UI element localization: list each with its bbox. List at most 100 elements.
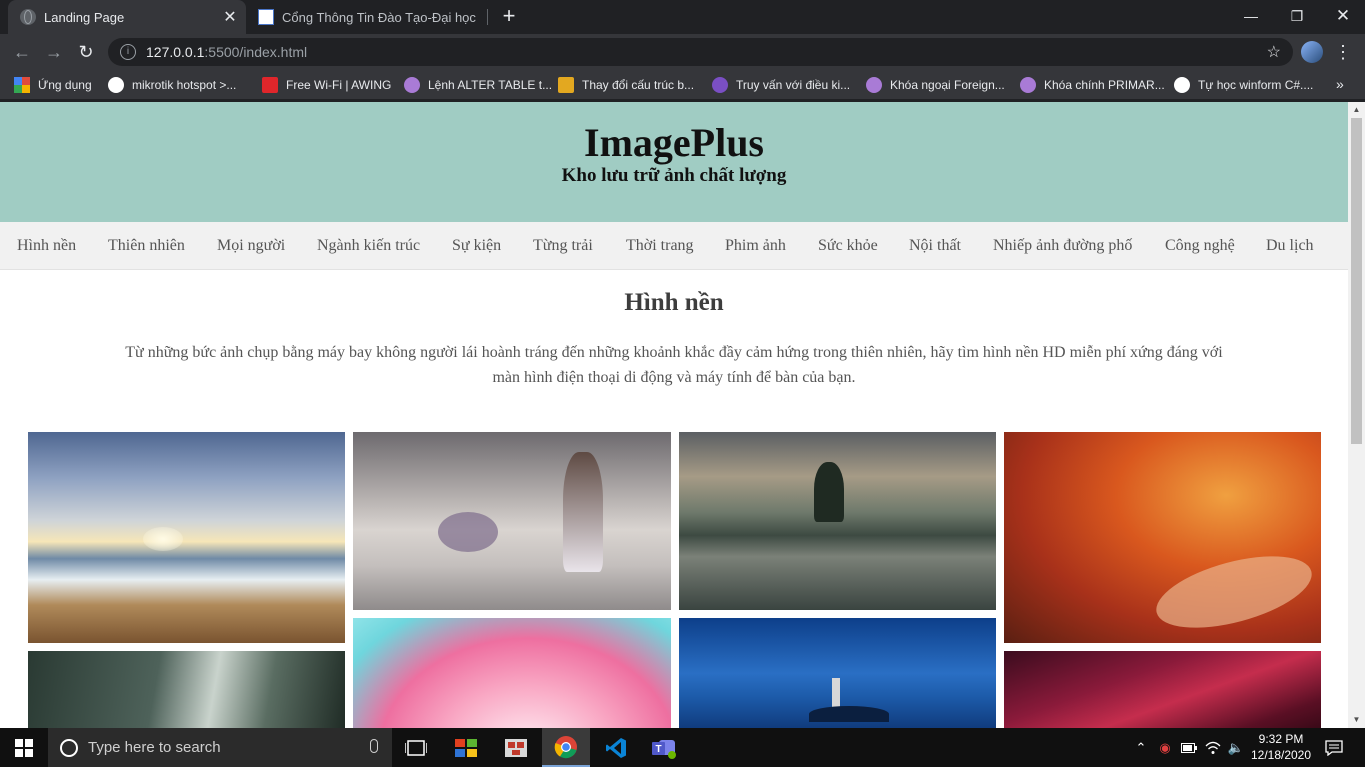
- photo-pink-flower[interactable]: [353, 618, 671, 728]
- profile-avatar[interactable]: [1301, 41, 1323, 63]
- app-tool-icon: [505, 738, 527, 757]
- woman-figure: [563, 452, 603, 572]
- taskbar-clock[interactable]: 9:32 PM 12/18/2020: [1248, 731, 1314, 763]
- clock-date: 12/18/2020: [1250, 748, 1312, 762]
- site-favicon-icon: [558, 77, 574, 93]
- photo-red-abstract[interactable]: [1004, 651, 1321, 728]
- bookmark-item[interactable]: Lệnh ALTER TABLE t...: [404, 76, 552, 94]
- lighthouse-tower: [832, 678, 840, 708]
- tab-title: Landing Page: [44, 9, 125, 25]
- windows-taskbar: Type here to search T ⌃ ◉ 🔈 9:32 PM 12/1…: [0, 728, 1365, 767]
- globe-icon: [20, 9, 36, 25]
- task-view-icon: [405, 739, 427, 756]
- forest-path: [1148, 542, 1320, 642]
- bookmark-item[interactable]: Tự học winform C#....: [1174, 76, 1313, 94]
- volume-icon[interactable]: 🔈: [1225, 728, 1247, 767]
- taskbar-app-vscode[interactable]: [592, 728, 640, 767]
- battery-icon[interactable]: [1178, 728, 1200, 767]
- windows-start-button[interactable]: [0, 728, 48, 767]
- show-hidden-icons-chevron-icon[interactable]: ⌃: [1130, 728, 1152, 767]
- scroll-up-icon[interactable]: ▲: [1348, 102, 1365, 118]
- restore-button[interactable]: ❐: [1274, 0, 1320, 32]
- section-title: Hình nền: [624, 289, 724, 316]
- taskbar-app-explorer[interactable]: [442, 728, 490, 767]
- teams-icon: T: [652, 739, 676, 759]
- tab-title: Cổng Thông Tin Đào Tạo-Đại học: [282, 9, 476, 25]
- apps-grid-icon: [14, 77, 30, 93]
- site-info-icon[interactable]: i: [120, 44, 136, 60]
- windows-xp-logo-icon: [455, 738, 477, 757]
- microphone-icon[interactable]: [370, 739, 378, 753]
- site-favicon-icon: [866, 77, 882, 93]
- taskbar-app-chrome[interactable]: [542, 728, 590, 767]
- bookmark-star-icon[interactable]: ☆: [1267, 42, 1281, 62]
- tab-divider: [487, 9, 488, 25]
- nav-item-thoi-trang[interactable]: Thời trang: [626, 237, 694, 255]
- menu-dots-icon[interactable]: ⋮: [1334, 41, 1352, 63]
- scroll-down-icon[interactable]: ▼: [1348, 712, 1365, 728]
- taskbar-app-teams[interactable]: T: [640, 728, 688, 767]
- scrollbar-thumb[interactable]: [1351, 118, 1362, 444]
- nav-item-thien-nhien[interactable]: Thiên nhiên: [108, 237, 185, 255]
- svg-text:T: T: [656, 744, 662, 755]
- reload-icon[interactable]: ↻: [72, 38, 100, 66]
- bookmark-item[interactable]: Free Wi-Fi | AWING: [262, 76, 391, 94]
- tray-app-icon[interactable]: ◉: [1154, 728, 1176, 767]
- mikrotik-icon: [108, 77, 124, 93]
- site-favicon-icon: [1020, 77, 1036, 93]
- nav-item-su-kien[interactable]: Sự kiện: [452, 237, 501, 255]
- section-description: Từ những bức ảnh chụp bằng máy bay không…: [125, 344, 1223, 386]
- close-tab-icon[interactable]: ✕: [222, 7, 238, 27]
- photo-lake-island[interactable]: [679, 432, 996, 610]
- nav-item-suc-khoe[interactable]: Sức khỏe: [818, 237, 878, 255]
- nav-item-noi-that[interactable]: Nội thất: [909, 237, 961, 255]
- nav-item-tung-trai[interactable]: Từng trải: [533, 237, 593, 255]
- bookmark-item[interactable]: Khóa ngoại Foreign...: [866, 76, 1005, 94]
- nav-item-cong-nghe[interactable]: Công nghệ: [1165, 237, 1235, 255]
- photo-lighthouse[interactable]: [679, 618, 996, 728]
- site-favicon-icon: [404, 77, 420, 93]
- nav-item-moi-nguoi[interactable]: Mọi người: [217, 237, 285, 255]
- new-tab-button[interactable]: +: [498, 5, 520, 27]
- nav-item-hinh-nen[interactable]: Hình nền: [17, 237, 76, 255]
- nav-item-du-lich[interactable]: Du lịch: [1266, 237, 1314, 255]
- site-title: ImagePlus: [584, 120, 764, 165]
- close-window-button[interactable]: ✕: [1320, 0, 1365, 32]
- tab-landing-page[interactable]: Landing Page ✕: [8, 0, 246, 34]
- tab-dao-tao[interactable]: Cổng Thông Tin Đào Tạo-Đại học: [248, 0, 486, 34]
- photo-misty-forest[interactable]: [28, 651, 345, 728]
- notification-center-icon[interactable]: [1320, 728, 1348, 767]
- cortana-icon: [60, 738, 78, 757]
- site-header: ImagePlus Kho lưu trữ ảnh chất lượng: [0, 102, 1348, 222]
- task-view-button[interactable]: [392, 728, 440, 767]
- taskbar-app-tool[interactable]: [492, 728, 540, 767]
- url-text[interactable]: 127.0.0.1:5500/index.html: [146, 44, 307, 60]
- minimize-button[interactable]: —: [1228, 0, 1274, 32]
- bookmark-item[interactable]: mikrotik hotspot >...: [108, 76, 236, 94]
- photo-beach-sunset[interactable]: [28, 432, 345, 643]
- address-bar[interactable]: i 127.0.0.1:5500/index.html ☆: [108, 38, 1293, 66]
- site-tagline: Kho lưu trữ ảnh chất lượng: [561, 165, 787, 186]
- awing-icon: [262, 77, 278, 93]
- search-placeholder: Type here to search: [88, 739, 221, 756]
- browser-toolbar: ← → ↻ i 127.0.0.1:5500/index.html ☆ ⋮: [0, 34, 1365, 70]
- more-bookmarks-icon[interactable]: »: [1336, 76, 1344, 92]
- back-arrow-icon[interactable]: ←: [8, 38, 36, 66]
- nav-item-nganh-kien-truc[interactable]: Ngành kiến trúc: [317, 237, 420, 255]
- photo-autumn-forest[interactable]: [1004, 432, 1321, 643]
- clock-time: 9:32 PM: [1258, 732, 1304, 746]
- nav-item-nhiep-anh-duong-pho[interactable]: Nhiếp ảnh đường phố: [993, 237, 1132, 255]
- photo-woman-clouds[interactable]: [353, 432, 671, 610]
- vscode-icon: [606, 737, 626, 758]
- site-favicon-icon: [712, 77, 728, 93]
- bookmark-apps[interactable]: Ứng dụng: [14, 76, 92, 94]
- nav-item-phim-anh[interactable]: Phim ảnh: [725, 237, 786, 255]
- bookmark-item[interactable]: Thay đổi cấu trúc b...: [558, 76, 694, 94]
- forward-arrow-icon[interactable]: →: [40, 38, 68, 66]
- page-scrollbar[interactable]: ▲ ▼: [1348, 102, 1365, 728]
- bookmark-item[interactable]: Khóa chính PRIMAR...: [1020, 76, 1165, 94]
- taskbar-search-box[interactable]: Type here to search: [48, 728, 392, 767]
- tree-silhouette: [814, 462, 844, 522]
- wifi-icon[interactable]: [1202, 728, 1224, 767]
- bookmark-item[interactable]: Truy vấn với điều ki...: [712, 76, 850, 94]
